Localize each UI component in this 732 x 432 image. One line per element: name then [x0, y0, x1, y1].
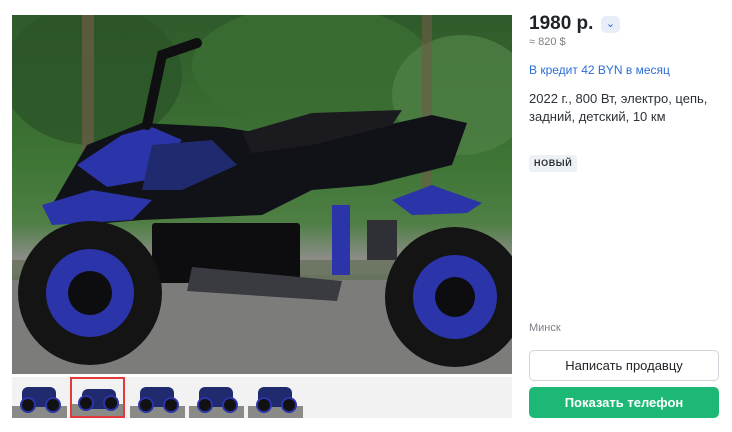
listing-description: 2022 г., 800 Вт, электро, цепь, задний, …: [529, 91, 708, 124]
price: 1980 р.: [529, 13, 594, 34]
thumbnail-wheel: [78, 395, 94, 411]
thumbnail[interactable]: [12, 377, 67, 418]
message-seller-button[interactable]: Написать продавцу: [529, 350, 719, 381]
quad-bike-image: [12, 15, 512, 374]
thumbnail-wheel: [256, 397, 272, 413]
show-phone-button[interactable]: Показать телефон: [529, 387, 719, 418]
credit-link[interactable]: В кредит 42 BYN в месяц: [529, 63, 670, 77]
thumbnail-wheel: [163, 397, 179, 413]
listing-info-panel: 1980 р. ⌄ ≈ 820 $ В кредит 42 BYN в меся…: [529, 10, 723, 422]
main-photo[interactable]: [12, 15, 512, 374]
thumbnail[interactable]: [189, 377, 244, 418]
thumbnail-wheel: [222, 397, 238, 413]
thumbnail-wheel: [20, 397, 36, 413]
condition-badge: НОВЫЙ: [529, 155, 578, 172]
thumbnail-wheel: [103, 395, 119, 411]
thumbnail-wheel: [197, 397, 213, 413]
chevron-down-icon[interactable]: ⌄: [601, 16, 620, 33]
thumbnail-wheel: [281, 397, 297, 413]
location-city: Минск: [529, 322, 561, 334]
price-approx: ≈ 820 $: [529, 36, 566, 48]
thumbnail-strip: [12, 377, 512, 418]
thumbnail-wheel: [45, 397, 61, 413]
thumbnail[interactable]: [130, 377, 185, 418]
photo-gallery: [12, 15, 512, 419]
thumbnail[interactable]: [248, 377, 303, 418]
thumbnail-active[interactable]: [70, 377, 125, 418]
thumbnail-wheel: [138, 397, 154, 413]
